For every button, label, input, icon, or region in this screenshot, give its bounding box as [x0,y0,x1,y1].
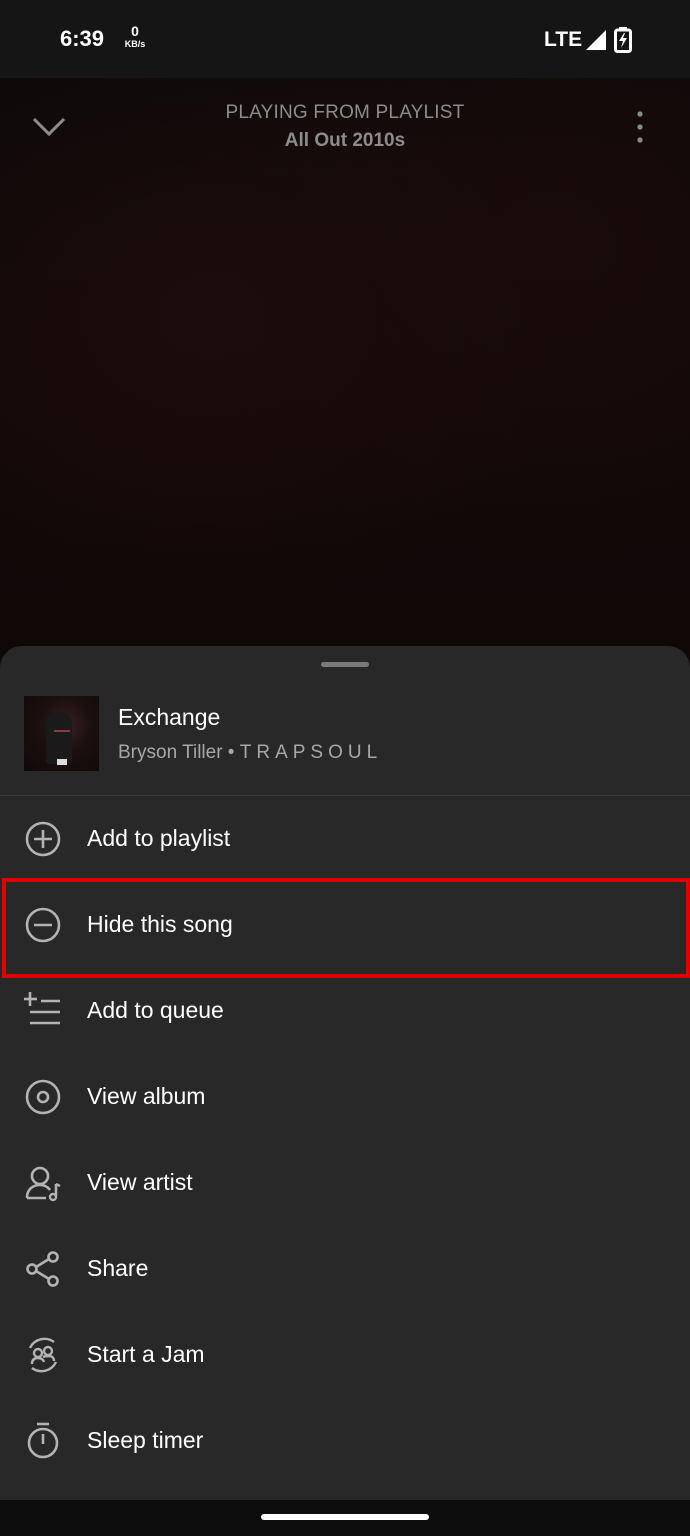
menu-item-label: View artist [87,1169,193,1195]
track-subtitle: Bryson Tiller • TRAPSOUL [118,742,382,764]
signal-icon [586,30,606,50]
album-art [24,696,99,771]
network-type: LTE [544,28,583,51]
menu-item-label: View album [87,1083,206,1109]
track-options-sheet: Exchange Bryson Tiller • TRAPSOUL Add to… [0,646,690,1500]
menu-item-add-to-queue[interactable]: Add to queue [0,968,690,1054]
subtitle-separator: • [222,742,240,763]
menu-item-label: Start a Jam [87,1341,205,1367]
menu-item-view-album[interactable]: View album [0,1054,690,1140]
track-title: Exchange [118,704,221,730]
menu-item-label: Sleep timer [87,1427,204,1453]
artist-icon [25,1166,61,1202]
menu-item-label: Add to queue [87,997,224,1023]
status-time: 6:39 [60,26,105,51]
status-bar: 6:39 0 KB/s LTE [0,0,690,78]
network-speed-value: 0 [131,23,139,39]
network-speed-unit: KB/s [124,39,146,49]
album-name: TRAPSOUL [239,742,383,763]
battery-charging-icon [614,27,632,53]
add-circle-icon [25,821,61,857]
album-icon [25,1079,61,1115]
menu-item-label: Share [87,1255,149,1281]
playing-from-label: PLAYING FROM PLAYLIST [225,102,465,123]
jam-icon [28,1337,58,1373]
highlight-box [2,878,690,978]
add-to-queue-icon [24,992,60,1025]
menu-item-view-artist[interactable]: View artist [0,1140,690,1226]
navigation-bar [0,1500,690,1536]
share-icon [26,1251,59,1287]
menu-item-add-to-playlist[interactable]: Add to playlist [0,796,690,882]
artist-name: Bryson Tiller [118,742,223,763]
more-options-icon[interactable] [630,110,650,144]
menu-item-label: Add to playlist [87,825,231,851]
timer-icon [27,1422,59,1459]
menu-item-sleep-timer[interactable]: Sleep timer [0,1398,690,1484]
playlist-name[interactable]: All Out 2010s [0,130,690,152]
home-indicator[interactable] [261,1514,429,1520]
network-speed: 0 KB/s [122,23,148,50]
drag-handle[interactable] [321,662,369,667]
menu-item-start-a-jam[interactable]: Start a Jam [0,1312,690,1398]
menu-item-share[interactable]: Share [0,1226,690,1312]
